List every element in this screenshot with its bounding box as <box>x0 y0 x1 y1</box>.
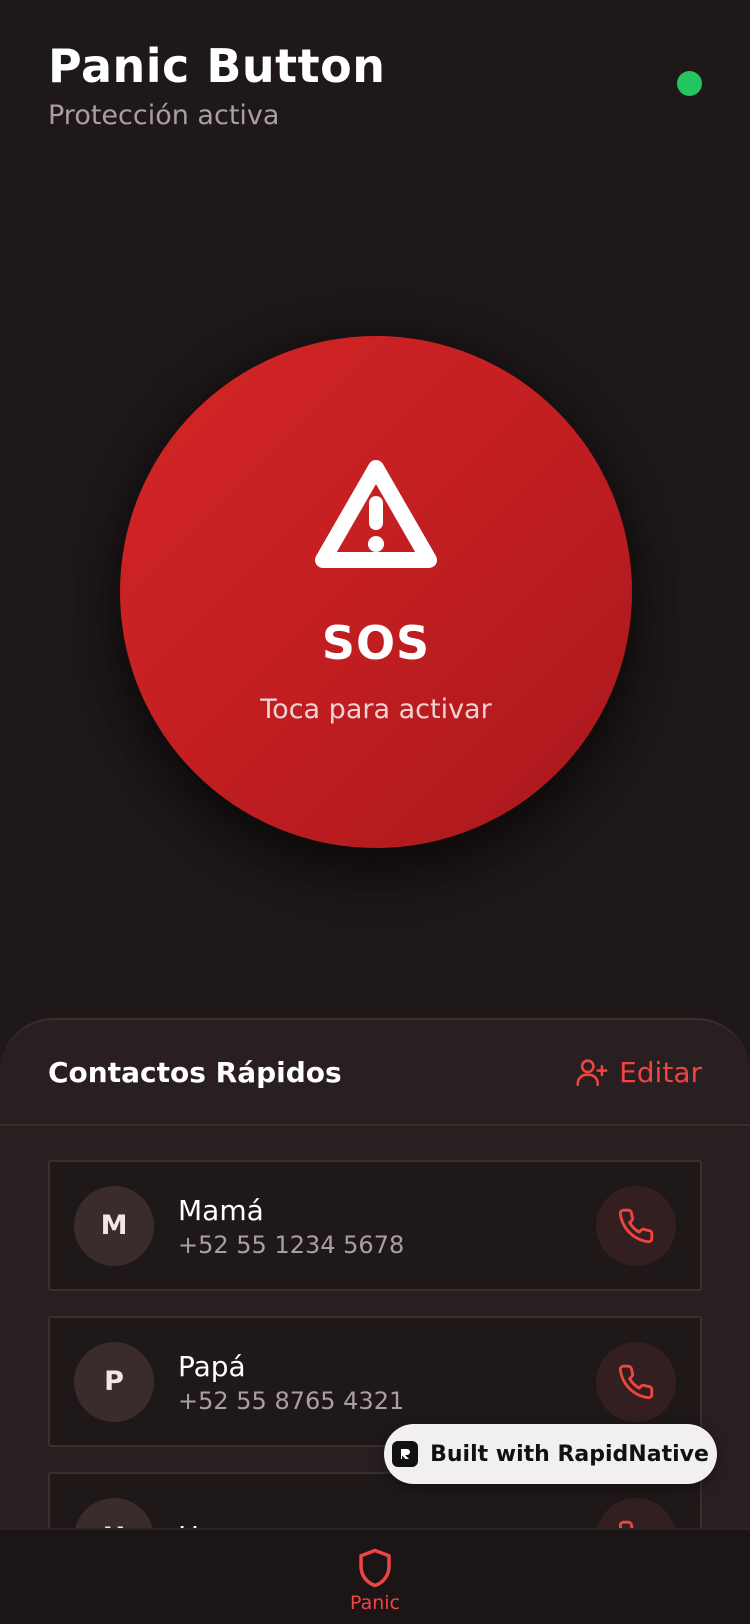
contact-info: Hermano <box>178 1519 596 1529</box>
built-with-label: Built with RapidNative <box>430 1441 709 1467</box>
phone-icon <box>618 1364 654 1399</box>
avatar: P <box>74 1341 154 1422</box>
contact-phone: +52 55 1234 5678 <box>178 1230 405 1259</box>
call-button[interactable] <box>596 1185 676 1266</box>
contact-card: M Mamá +52 55 1234 5678 <box>48 1160 702 1291</box>
app-title: Panic Button <box>48 39 386 93</box>
contact-phone: +52 55 8765 4321 <box>178 1386 405 1415</box>
contact-info: Papá +52 55 8765 4321 <box>178 1349 596 1415</box>
rapidnative-logo-icon <box>392 1441 419 1467</box>
built-with-badge[interactable]: Built with RapidNative <box>384 1424 717 1484</box>
sos-hint: Toca para activar <box>260 694 492 725</box>
protection-status-text: Protección activa <box>48 100 280 131</box>
contact-info: Mamá +52 55 1234 5678 <box>178 1193 596 1259</box>
app-header: Panic Button Protección activa <box>48 34 385 131</box>
avatar: M <box>74 1185 154 1266</box>
contact-name: Papá <box>178 1349 246 1383</box>
contact-name: Mamá <box>178 1193 264 1227</box>
phone-icon <box>618 1208 654 1243</box>
avatar: H <box>74 1497 154 1528</box>
shield-icon <box>359 1548 391 1588</box>
status-indicator-dot <box>677 71 702 96</box>
contact-name: Hermano <box>178 1519 596 1529</box>
sos-label: SOS <box>321 616 431 670</box>
edit-contacts-button[interactable]: Editar <box>575 1055 702 1089</box>
call-button[interactable] <box>596 1497 676 1528</box>
phone-icon <box>618 1520 634 1528</box>
quick-contacts-title: Contactos Rápidos <box>48 1055 342 1089</box>
tab-label: Panic <box>349 1592 400 1614</box>
bottom-tab-bar: Panic <box>0 1528 750 1624</box>
sos-button[interactable]: SOS Toca para activar <box>120 336 632 848</box>
warning-triangle-icon <box>315 460 437 568</box>
edit-contacts-label: Editar <box>619 1055 702 1089</box>
user-plus-icon <box>576 1059 608 1087</box>
quick-contacts-header: Contactos Rápidos Editar <box>0 1020 750 1126</box>
call-button[interactable] <box>596 1341 676 1422</box>
tab-panic[interactable]: Panic <box>350 1530 400 1624</box>
